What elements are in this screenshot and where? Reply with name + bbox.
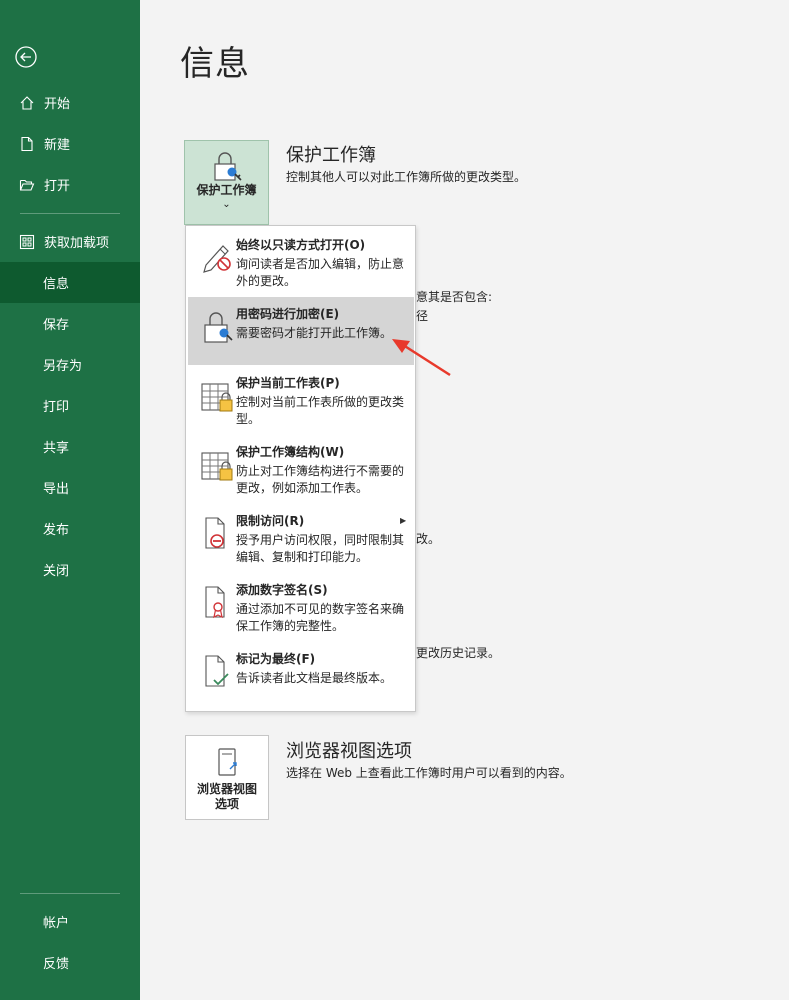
menu-item-desc: 控制对当前工作表所做的更改类型。 bbox=[236, 395, 405, 426]
sidebar-item-label: 另存为 bbox=[43, 359, 83, 374]
menu-item-title: 保护工作簿结构(W) bbox=[236, 445, 345, 459]
chevron-down-icon: ⌄ bbox=[222, 199, 231, 210]
sidebar-item-account[interactable]: 帐户 bbox=[0, 901, 140, 942]
lock-key-icon bbox=[210, 151, 244, 186]
sheet-lock-icon bbox=[200, 376, 234, 414]
menu-item-mark-final[interactable]: 标记为最终(F) 告诉读者此文档是最终版本。 bbox=[188, 642, 414, 708]
sidebar-item-feedback[interactable]: 反馈 bbox=[0, 942, 140, 983]
sidebar-item-label: 打开 bbox=[44, 179, 71, 194]
history-desc-fragment: 更改历史记录。 bbox=[416, 646, 501, 660]
addins-grid-icon bbox=[19, 234, 35, 250]
sidebar-item-info[interactable]: 信息 bbox=[0, 262, 140, 303]
menu-item-desc: 告诉读者此文档是最终版本。 bbox=[236, 671, 393, 685]
sidebar-item-label: 共享 bbox=[43, 441, 70, 456]
sidebar-item-save[interactable]: 保存 bbox=[0, 303, 140, 344]
menu-item-desc: 授予用户访问权限，同时限制其编辑、复制和打印能力。 bbox=[236, 533, 405, 564]
menu-item-title: 添加数字签名(S) bbox=[236, 583, 328, 597]
protect-workbook-title: 保护工作簿 bbox=[286, 145, 376, 166]
sidebar-item-get-addins[interactable]: 获取加载项 bbox=[0, 221, 140, 262]
versions-desc-fragment: 改。 bbox=[416, 532, 441, 546]
lock-key-icon bbox=[200, 307, 234, 345]
sidebar-item-label: 导出 bbox=[43, 482, 70, 497]
menu-item-digital-signature[interactable]: 添加数字签名(S) 通过添加不可见的数字签名来确保工作簿的完整性。 bbox=[188, 573, 414, 641]
page-title: 信息 bbox=[180, 44, 250, 84]
sidebar-item-new[interactable]: 新建 bbox=[0, 123, 140, 164]
protect-workbook-desc: 控制其他人可以对此工作簿所做的更改类型。 bbox=[286, 170, 527, 184]
browser-view-title: 浏览器视图选项 bbox=[286, 741, 412, 762]
browser-view-desc: 选择在 Web 上查看此工作簿时用户可以看到的内容。 bbox=[286, 766, 572, 780]
sidebar-item-label: 反馈 bbox=[43, 957, 70, 972]
open-folder-icon bbox=[19, 177, 35, 193]
sidebar-item-print[interactable]: 打印 bbox=[0, 385, 140, 426]
menu-item-protect-structure[interactable]: 保护工作簿结构(W) 防止对工作簿结构进行不需要的更改，例如添加工作表。 bbox=[188, 435, 414, 503]
sidebar-item-label: 发布 bbox=[43, 523, 70, 538]
restrict-access-icon bbox=[200, 514, 234, 552]
sidebar-item-label: 新建 bbox=[44, 138, 71, 153]
menu-item-title: 保护当前工作表(P) bbox=[236, 376, 340, 390]
sidebar-item-label: 打印 bbox=[43, 400, 70, 415]
inspect-desc-fragment: 意其是否包含: bbox=[416, 290, 493, 304]
menu-item-title: 标记为最终(F) bbox=[236, 652, 316, 666]
sidebar-divider bbox=[20, 213, 120, 214]
menu-item-desc: 防止对工作簿结构进行不需要的更改，例如添加工作表。 bbox=[236, 464, 405, 495]
browser-view-label: 浏览器视图 bbox=[196, 782, 257, 796]
menu-item-desc: 询问读者是否加入编辑，防止意外的更改。 bbox=[236, 257, 405, 288]
sidebar-item-share[interactable]: 共享 bbox=[0, 426, 140, 467]
sidebar-item-save-as[interactable]: 另存为 bbox=[0, 344, 140, 385]
sidebar-item-label: 帐户 bbox=[43, 916, 70, 931]
menu-item-desc: 需要密码才能打开此工作簿。 bbox=[236, 326, 393, 340]
sidebar-item-label: 关闭 bbox=[43, 564, 70, 579]
sidebar-item-label: 保存 bbox=[43, 318, 70, 333]
backstage-sidebar: 开始 新建 打开 获取加载项 信息 保存 另存为 打印 共享 导出 发布 关闭 … bbox=[0, 0, 140, 1000]
browser-view-icon bbox=[212, 747, 242, 782]
protect-workbook-label: 保护工作簿 bbox=[196, 183, 257, 197]
menu-item-always-open-readonly[interactable]: 始终以只读方式打开(O) 询问读者是否加入编辑，防止意外的更改。 bbox=[188, 228, 414, 296]
mark-final-icon bbox=[200, 652, 234, 690]
sidebar-divider bbox=[20, 893, 120, 894]
sidebar-item-label: 获取加载项 bbox=[44, 236, 110, 251]
menu-item-desc: 通过添加不可见的数字签名来确保工作簿的完整性。 bbox=[236, 602, 405, 633]
digital-signature-icon bbox=[200, 583, 234, 621]
annotation-arrow-icon bbox=[390, 335, 454, 383]
sidebar-item-label: 开始 bbox=[44, 97, 71, 112]
protect-workbook-menu: 始终以只读方式打开(O) 询问读者是否加入编辑，防止意外的更改。 用密码进行加密… bbox=[185, 225, 416, 712]
sidebar-item-label: 信息 bbox=[43, 277, 70, 292]
browser-view-options-button[interactable]: 浏览器视图 选项 bbox=[185, 735, 269, 820]
sidebar-item-open[interactable]: 打开 bbox=[0, 164, 140, 205]
menu-item-protect-sheet[interactable]: 保护当前工作表(P) 控制对当前工作表所做的更改类型。 bbox=[188, 366, 414, 434]
sidebar-item-close[interactable]: 关闭 bbox=[0, 549, 140, 590]
protect-workbook-button[interactable]: 保护工作簿 ⌄ bbox=[184, 140, 269, 225]
sidebar-item-home[interactable]: 开始 bbox=[0, 82, 140, 123]
home-icon bbox=[19, 95, 35, 111]
menu-item-title: 限制访问(R) bbox=[236, 514, 305, 528]
submenu-arrow-icon: ▶ bbox=[400, 516, 407, 525]
menu-item-title: 始终以只读方式打开(O) bbox=[236, 238, 366, 252]
sidebar-item-publish[interactable]: 发布 bbox=[0, 508, 140, 549]
menu-item-encrypt-password[interactable]: 用密码进行加密(E) 需要密码才能打开此工作簿。 bbox=[188, 297, 414, 365]
browser-view-label: 选项 bbox=[214, 797, 239, 811]
workbook-lock-icon bbox=[200, 445, 234, 483]
back-arrow-icon[interactable] bbox=[15, 46, 37, 68]
pencil-no-icon bbox=[200, 238, 234, 276]
menu-item-restrict-access[interactable]: 限制访问(R) 授予用户访问权限，同时限制其编辑、复制和打印能力。 ▶ bbox=[188, 504, 414, 572]
menu-item-title: 用密码进行加密(E) bbox=[236, 307, 340, 321]
sidebar-item-export[interactable]: 导出 bbox=[0, 467, 140, 508]
new-document-icon bbox=[19, 136, 35, 152]
inspect-desc-fragment: 径 bbox=[416, 309, 429, 323]
